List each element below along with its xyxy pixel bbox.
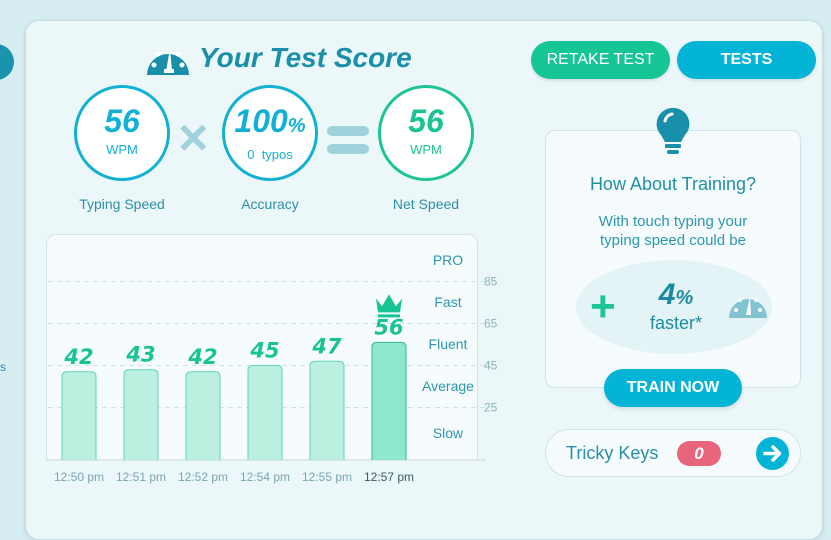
percent-suffix: % [675,287,694,309]
accuracy-value: 100 [234,103,288,139]
net-speed-label: Net Speed [392,196,460,212]
tests-button[interactable]: TESTS [677,41,816,79]
y-tick-label: 45 [484,359,498,373]
percent-value: 4 [658,278,676,311]
equals-icon [327,126,369,136]
typing-speed-label: Typing Speed [79,196,165,212]
bar [371,341,407,460]
typing-speed-circle: 56 WPM [74,85,170,181]
bar [309,360,345,460]
bar-value-label: 43 [125,343,155,367]
equals-icon [327,144,369,154]
net-speed-value: 56 [408,103,444,139]
typing-speed-unit: WPM [106,142,138,157]
bar [61,371,97,460]
crown-icon-base [378,314,400,318]
bar [185,371,221,460]
training-text-line1: With touch typing your [598,213,748,230]
improvement-percent: 4% [640,278,712,312]
accuracy-suffix: % [287,115,306,137]
bar-value-label: 56 [374,315,403,339]
net-speed-unit: WPM [410,142,442,157]
bar-value-label: 45 [249,339,279,363]
x-tick-label: 12:57 pm [364,470,414,484]
x-tick-label: 12:54 pm [240,470,290,484]
speedometer-icon [147,49,189,75]
arrow-right-icon [763,445,782,462]
lightbulb-icon [656,107,690,154]
side-text-fragment: s [0,360,6,374]
accuracy-circle: 100% 0 typos [222,85,318,181]
bar-value-label: 42 [63,345,93,369]
x-tick-label: 12:51 pm [116,470,166,484]
x-tick-label: 12:50 pm [54,470,104,484]
level-label: Fluent [429,336,468,352]
faster-label: faster* [649,313,703,333]
y-tick-label: 65 [484,317,498,331]
retake-test-button[interactable]: RETAKE TEST [531,41,670,79]
page-title: Your Test Score [145,38,412,78]
level-label: Fast [434,294,461,310]
bar [123,369,159,460]
bar-value-label: 47 [311,334,342,358]
train-now-button[interactable]: TRAIN NOW [604,369,742,407]
level-label: Slow [433,425,464,441]
speed-history-chart-svg: 25 45 65 85 PRO Fast Fluent Average Slow 42 12:50 … [46,252,498,484]
tricky-keys-arrow-button[interactable] [756,437,789,470]
level-label: PRO [433,252,463,268]
crown-icon [376,294,402,313]
typing-speed-value: 56 [104,103,140,139]
side-nav-button[interactable] [0,44,14,80]
training-title: How About Training? [589,174,757,194]
training-text: With touch typing your typing speed coul… [545,212,801,250]
accuracy-label: Accuracy [241,196,299,212]
bar [247,365,283,460]
accuracy-typos: 0 typos [247,147,293,162]
tricky-keys-count-badge: 0 [677,441,721,466]
y-tick-label: 85 [484,275,498,289]
x-tick-label: 12:55 pm [302,470,352,484]
tricky-keys-label: Tricky Keys [566,443,659,463]
net-speed-circle: 56 WPM [378,85,474,181]
multiply-icon: × [178,109,209,167]
plus-icon: + [590,282,616,331]
x-tick-label: 12:52 pm [178,470,228,484]
bar-value-label: 42 [187,345,217,369]
level-label: Average [422,378,474,394]
speedometer-icon [729,296,767,318]
y-tick-label: 25 [484,401,498,415]
training-text-line2: typing speed could be [600,232,746,249]
title-text: Your Test Score [199,42,412,73]
